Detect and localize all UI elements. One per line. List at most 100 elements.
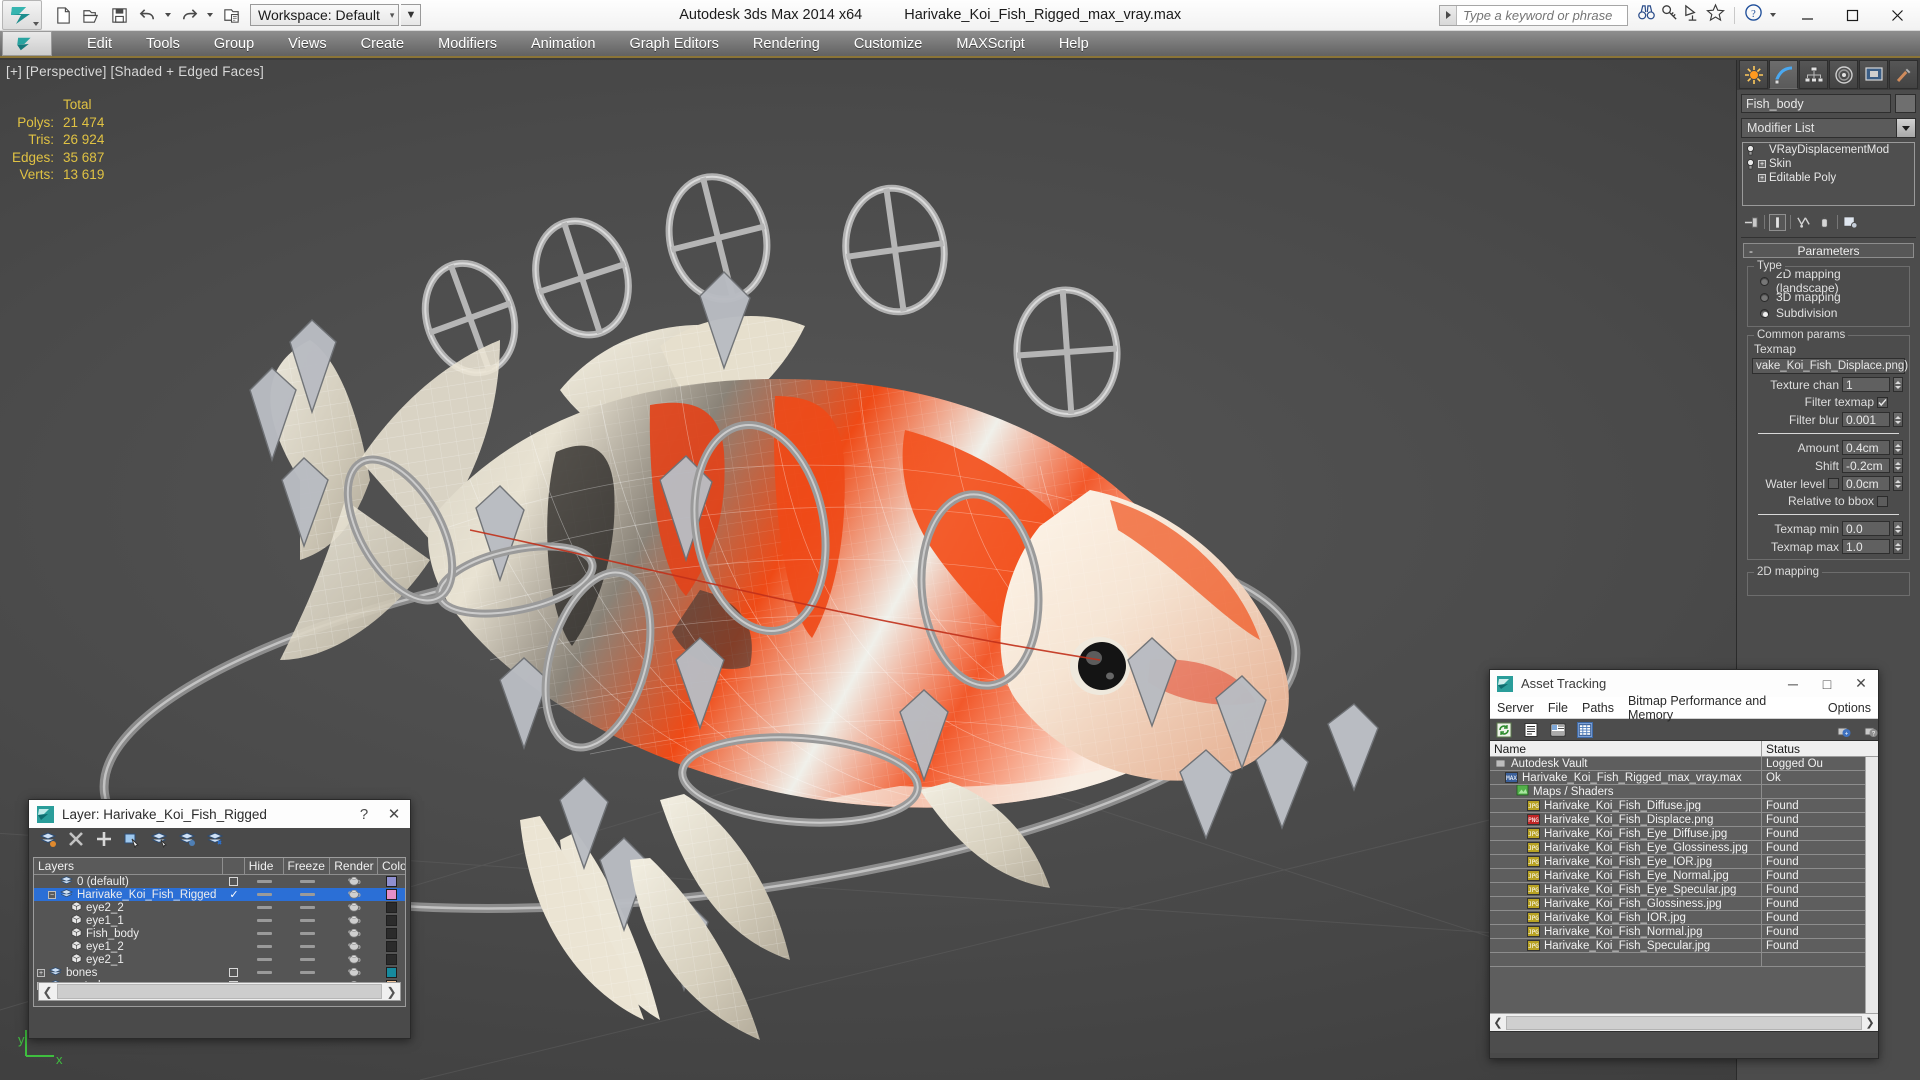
layer-freeze-cell[interactable] — [284, 893, 331, 896]
layer-hide-cell[interactable] — [245, 945, 284, 948]
asset-name-cell[interactable]: JPG Harivake_Koi_Fish_IOR.jpg — [1490, 910, 1762, 925]
asset-row[interactable]: JPG Harivake_Koi_Fish_Eye_Diffuse.jpg Foun… — [1490, 826, 1878, 841]
menu-item-create[interactable]: Create — [344, 36, 422, 52]
asset-row[interactable]: JPG Harivake_Koi_Fish_Eye_Specular.jpg Fou… — [1490, 882, 1878, 897]
layer-color-cell[interactable] — [378, 967, 405, 978]
asset-menu-options[interactable]: Options — [1821, 701, 1878, 715]
layer-checkbox-icon[interactable] — [229, 877, 239, 886]
modifier-stack-item-0[interactable]: VRayDisplacementMod — [1743, 143, 1914, 157]
asset-row[interactable]: MAX Harivake_Koi_Fish_Rigged_max_vray.max… — [1490, 770, 1878, 785]
layer-color-swatch[interactable] — [386, 954, 398, 965]
shift-field[interactable]: -0.2cm — [1842, 458, 1890, 473]
filter-blur-spinner[interactable] — [1893, 412, 1903, 427]
texmap-min-spinner[interactable] — [1893, 521, 1903, 536]
layer-scroll-thumb[interactable] — [57, 984, 382, 999]
layer-color-cell[interactable] — [378, 889, 405, 900]
asset-row[interactable]: JPG Harivake_Koi_Fish_Glossiness.jpg Found — [1490, 896, 1878, 911]
asset-row[interactable]: PNG Harivake_Koi_Fish_Displace.png Found — [1490, 812, 1878, 827]
layer-name-cell[interactable]: − Harivake_Koi_Fish_Rigged — [34, 888, 223, 902]
save-file-icon[interactable] — [106, 3, 132, 27]
modify-tab[interactable] — [1769, 60, 1798, 89]
layer-name-cell[interactable]: Fish_body — [34, 927, 223, 941]
asset-row[interactable]: JPG Harivake_Koi_Fish_Eye_Normal.jpg Found — [1490, 868, 1878, 883]
make-unique-icon[interactable] — [1795, 214, 1812, 231]
layer-hide-cell[interactable] — [245, 971, 284, 974]
modifier-stack[interactable]: VRayDisplacementMod + Skin + Editable Poly — [1742, 142, 1915, 206]
layer-freeze-cell[interactable] — [284, 971, 331, 974]
object-name-field[interactable]: Fish_body — [1741, 94, 1891, 113]
create-tab[interactable] — [1739, 60, 1768, 89]
layer-select-cell[interactable] — [223, 968, 245, 977]
asset-name-cell[interactable]: JPG Harivake_Koi_Fish_Specular.jpg — [1490, 938, 1762, 953]
layer-render-cell[interactable] — [330, 875, 378, 889]
redo-dropdown-icon[interactable] — [207, 13, 213, 17]
remove-modifier-icon[interactable] — [1816, 214, 1833, 231]
asset-tracking-maximize-button[interactable]: □ — [1810, 676, 1844, 692]
menu-item-customize[interactable]: Customize — [837, 36, 940, 52]
layer-hide-cell[interactable] — [245, 906, 284, 909]
redo-icon[interactable] — [176, 3, 202, 27]
texture-chan-field[interactable]: 1 — [1842, 377, 1890, 392]
layer-name-cell[interactable]: eye1_1 — [34, 914, 223, 928]
modifier-list-caret-icon[interactable] — [1896, 118, 1916, 138]
relative-to-bbox-checkbox[interactable] — [1877, 495, 1888, 507]
layer-expand-icon[interactable]: + — [37, 968, 45, 977]
delete-layer-icon[interactable] — [67, 830, 85, 853]
layer-render-cell[interactable] — [330, 940, 378, 954]
asset-menu-server[interactable]: Server — [1490, 701, 1541, 715]
layer-row[interactable]: + bones — [34, 966, 405, 979]
layer-row[interactable]: eye1_2 — [34, 940, 405, 953]
menu-item-views[interactable]: Views — [271, 36, 343, 52]
layer-row[interactable]: Fish_body — [34, 927, 405, 940]
texture-chan-spinner[interactable] — [1893, 377, 1903, 392]
layer-row[interactable]: 0 (default) — [34, 875, 405, 888]
help-dropdown-icon[interactable] — [1770, 13, 1776, 17]
layer-dialog[interactable]: Layer: Harivake_Koi_Fish_Rigged ? ✕ Laye… — [28, 799, 411, 1039]
layer-color-swatch[interactable] — [386, 967, 398, 978]
layer-freeze-cell[interactable] — [284, 945, 331, 948]
asset-scroll-right-icon[interactable]: ❯ — [1862, 1016, 1878, 1029]
list-view-icon[interactable] — [1523, 722, 1539, 738]
details-view-icon[interactable] — [1550, 722, 1566, 738]
layer-row[interactable]: eye2_2 — [34, 901, 405, 914]
select-highlighted-layers-objects-icon[interactable] — [150, 830, 169, 853]
layer-dialog-help-button[interactable]: ? — [350, 806, 378, 823]
menu-item-group[interactable]: Group — [197, 36, 271, 52]
modifier-stack-item-1[interactable]: + Skin — [1743, 157, 1914, 171]
menu-item-help[interactable]: Help — [1042, 36, 1106, 52]
layer-color-swatch[interactable] — [386, 915, 398, 926]
asset-name-cell[interactable]: JPG Harivake_Koi_Fish_Eye_Specular.jpg — [1490, 882, 1762, 897]
asset-name-cell[interactable]: PNG Harivake_Koi_Fish_Displace.png — [1490, 812, 1762, 827]
texmap-max-spinner[interactable] — [1893, 539, 1903, 554]
help-icon[interactable]: ? — [1744, 3, 1763, 27]
hierarchy-tab[interactable] — [1799, 60, 1828, 89]
layer-dialog-close-button[interactable]: ✕ — [378, 805, 410, 823]
layer-render-cell[interactable] — [330, 914, 378, 928]
layer-color-swatch[interactable] — [386, 928, 398, 939]
asset-row[interactable]: JPG Harivake_Koi_Fish_Eye_Glossiness.jpg F… — [1490, 840, 1878, 855]
app-logo-button[interactable] — [2, 0, 42, 30]
pin-stack-icon[interactable] — [1743, 214, 1760, 231]
layer-freeze-cell[interactable] — [284, 932, 331, 935]
asset-row[interactable]: Maps / Shaders — [1490, 784, 1878, 799]
layer-color-cell[interactable] — [378, 876, 405, 887]
asset-list-body[interactable]: Autodesk Vault Logged Ou MAX Harivake_Koi_F… — [1490, 757, 1878, 1013]
layer-horizontal-scrollbar[interactable]: ❮ ❯ — [38, 982, 401, 1001]
undo-dropdown-icon[interactable] — [165, 13, 171, 17]
layer-name-cell[interactable]: eye1_2 — [34, 940, 223, 954]
asset-scroll-left-icon[interactable]: ❮ — [1490, 1016, 1506, 1029]
asset-vertical-scrollbar[interactable] — [1865, 757, 1878, 1013]
layer-checkbox-icon[interactable] — [229, 968, 239, 977]
minimize-button[interactable] — [1785, 0, 1830, 30]
object-color-swatch[interactable] — [1895, 94, 1916, 113]
asset-menu-file[interactable]: File — [1541, 701, 1575, 715]
modifier-enable-bulb-icon[interactable] — [1746, 158, 1755, 170]
subscription-key-icon[interactable] — [1660, 3, 1679, 27]
utilities-tab[interactable] — [1889, 60, 1918, 89]
rollout-collapse-icon[interactable]: - — [1749, 244, 1753, 258]
search-dropdown-icon[interactable] — [1440, 5, 1457, 25]
hide-unhide-layer-icon[interactable] — [206, 830, 225, 853]
modifier-list-dropdown[interactable]: Modifier List — [1741, 118, 1916, 138]
menu-app-logo[interactable] — [2, 31, 52, 56]
modifier-stack-item-2[interactable]: + Editable Poly — [1743, 171, 1914, 185]
